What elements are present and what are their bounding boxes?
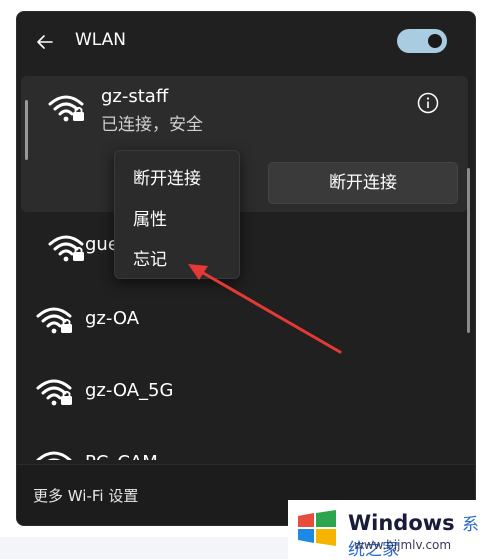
selection-indicator — [25, 100, 28, 160]
watermark-url: www.bjjmlv.com — [354, 538, 452, 552]
network-item[interactable]: gz-OA — [17, 288, 457, 352]
wifi-secured-icon — [48, 95, 84, 122]
wlan-toggle[interactable] — [397, 29, 447, 53]
network-name: PC_CAM — [85, 452, 158, 460]
menu-item-properties[interactable]: 属性 — [133, 205, 167, 230]
more-wifi-settings-link[interactable]: 更多 Wi-Fi 设置 — [33, 485, 138, 506]
panel-header: WLAN — [17, 12, 475, 72]
wlan-panel: WLAN gz-staff 已连接，安全 断开连接 gue gz-OA gz-O… — [16, 11, 476, 526]
wifi-secured-icon — [36, 379, 72, 406]
page-title: WLAN — [75, 30, 127, 50]
network-item[interactable]: gz-OA_5G — [17, 360, 457, 424]
network-item-expanded[interactable]: gz-staff 已连接，安全 断开连接 — [21, 76, 468, 212]
menu-item-disconnect[interactable]: 断开连接 — [133, 164, 201, 189]
watermark: Windows 系统之家 www.bjjmlv.com — [288, 500, 490, 560]
network-name: gz-staff — [101, 86, 169, 107]
network-name: gz-OA_5G — [85, 380, 174, 401]
arrow-left-icon[interactable] — [35, 32, 55, 52]
scrollbar[interactable] — [467, 168, 470, 333]
wifi-secured-icon — [36, 451, 72, 460]
windows-logo-icon — [298, 510, 336, 546]
menu-item-forget[interactable]: 忘记 — [133, 245, 167, 270]
network-name: gz-OA — [85, 308, 140, 329]
network-item[interactable]: PC_CAM — [17, 432, 457, 460]
taskbar — [0, 537, 288, 559]
wifi-secured-icon — [48, 235, 84, 262]
context-menu: 断开连接 属性 忘记 — [114, 150, 240, 279]
wifi-secured-icon — [36, 307, 72, 334]
network-status: 已连接，安全 — [101, 115, 203, 135]
watermark-brand: Windows 系统之家 — [348, 510, 490, 560]
watermark-brand-en: Windows — [348, 511, 455, 535]
info-icon[interactable] — [417, 92, 439, 114]
toggle-knob — [428, 34, 442, 48]
network-list: gz-staff 已连接，安全 断开连接 gue gz-OA gz-OA_5G — [17, 76, 475, 460]
disconnect-button[interactable]: 断开连接 — [268, 162, 458, 204]
